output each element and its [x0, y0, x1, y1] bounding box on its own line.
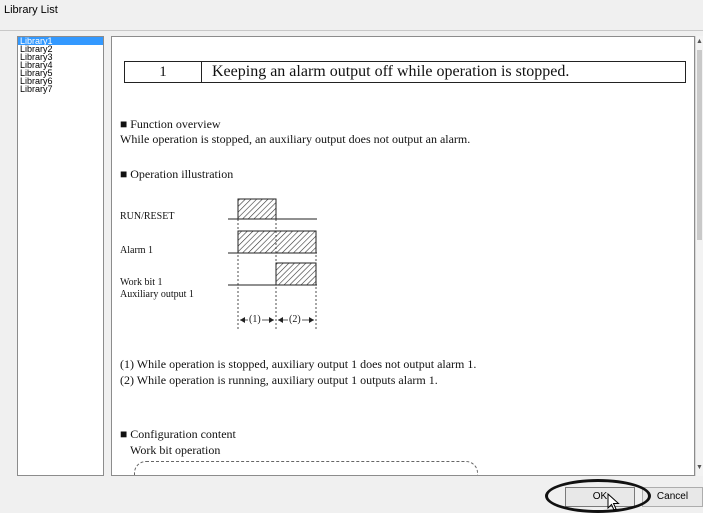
alarm1-label: Alarm 1 — [120, 245, 154, 256]
library-list[interactable]: Library1 Library2 Library3 Library4 Libr… — [17, 36, 104, 476]
scroll-thumb[interactable] — [697, 50, 702, 240]
note-2: (2) While operation is running, auxiliar… — [120, 373, 438, 387]
heading-title: Keeping an alarm output off while operat… — [212, 63, 570, 80]
function-overview-text: While operation is stopped, an auxiliary… — [120, 132, 471, 146]
note-1: (1) While operation is stopped, auxiliar… — [120, 357, 477, 371]
aux-output-pulse — [275, 262, 317, 286]
operation-illustration-title: ■ Operation illustration — [120, 167, 234, 181]
scroll-up-arrow-icon[interactable]: ▲ — [696, 38, 703, 45]
configuration-title: ■ Configuration content — [120, 427, 236, 441]
library-content-pane: 1 Keeping an alarm output off while oper… — [111, 36, 695, 476]
timing-diagram: RUN/RESET Alarm 1 Work bit 1 Auxiliary o… — [112, 185, 342, 340]
configuration-subtitle: Work bit operation — [130, 443, 221, 457]
window-title: Library List — [4, 4, 58, 16]
run-reset-pulse — [237, 198, 277, 220]
function-overview-title: ■ Function overview — [120, 117, 221, 131]
timing-diagram-graphic — [228, 198, 317, 330]
run-reset-label: RUN/RESET — [120, 211, 175, 222]
library-item[interactable]: Library7 — [18, 85, 103, 94]
library-heading: 1 Keeping an alarm output off while oper… — [124, 61, 686, 83]
ok-highlight-circle — [545, 479, 651, 513]
interval1-label: (1) — [248, 314, 262, 325]
title-separator — [0, 30, 703, 31]
aux-output1-label: Auxiliary output 1 — [120, 289, 194, 300]
alarm1-pulse — [237, 230, 317, 254]
heading-number: 1 — [125, 62, 202, 82]
content-scrollbar[interactable]: ▲ ▼ — [695, 36, 703, 476]
work-bit-operation-box — [134, 461, 478, 475]
work-bit1-label: Work bit 1 — [120, 277, 163, 288]
interval2-label: (2) — [288, 314, 302, 325]
cancel-button[interactable]: Cancel — [642, 487, 703, 507]
scroll-down-arrow-icon[interactable]: ▼ — [696, 464, 703, 471]
pointer-arrow-icon — [607, 493, 620, 511]
